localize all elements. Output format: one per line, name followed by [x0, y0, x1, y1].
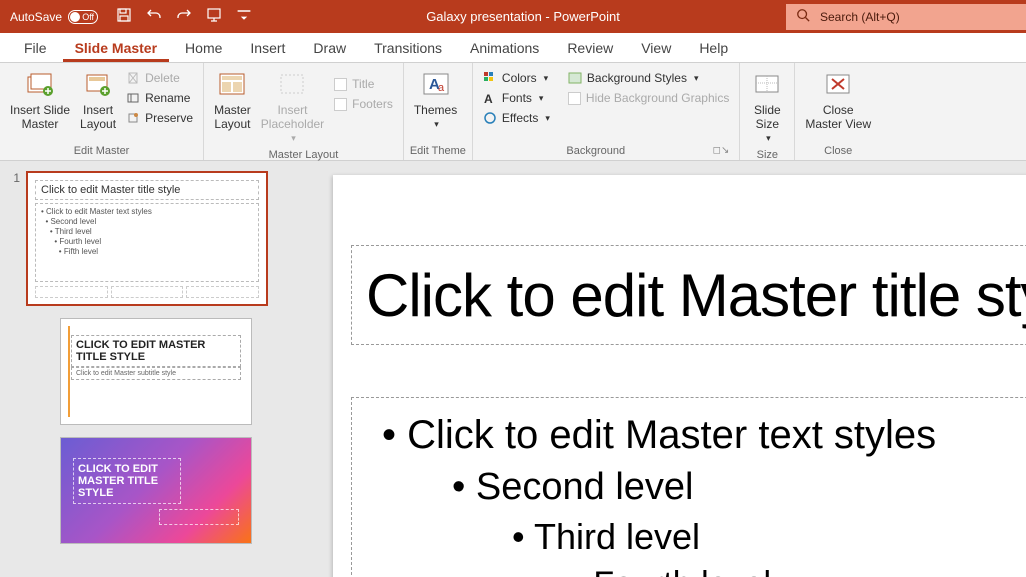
title-checkbox[interactable]: Title: [330, 75, 397, 93]
tab-view[interactable]: View: [629, 34, 683, 62]
search-placeholder: Search (Alt+Q): [820, 10, 900, 24]
save-icon[interactable]: [116, 7, 132, 26]
tab-draw[interactable]: Draw: [301, 34, 358, 62]
tab-help[interactable]: Help: [687, 34, 740, 62]
background-styles-button[interactable]: Background Styles▾: [564, 69, 733, 87]
layout-thumbnail[interactable]: CLICK TO EDIT MASTER TITLE STYLE: [60, 437, 252, 544]
group-edit-master: Insert Slide Master Insert Layout Delete…: [0, 63, 204, 160]
workspace: 1 Click to edit Master title style • Cli…: [0, 161, 1026, 577]
group-label: Edit Theme: [410, 143, 466, 159]
tab-insert[interactable]: Insert: [238, 34, 297, 62]
group-label: Edit Master: [6, 143, 197, 159]
group-edit-theme: Aa Themes▾ Edit Theme: [404, 63, 473, 160]
preserve-button[interactable]: Preserve: [122, 109, 197, 127]
group-label: Background: [479, 143, 713, 159]
tab-file[interactable]: File: [12, 34, 59, 62]
tab-animations[interactable]: Animations: [458, 34, 551, 62]
insert-layout-button[interactable]: Insert Layout: [76, 67, 120, 133]
svg-text:A: A: [484, 92, 493, 105]
group-background: Colors▾ AFonts▾ Effects▾ Background Styl…: [473, 63, 740, 160]
ribbon-tabs: File Slide Master Home Insert Draw Trans…: [0, 33, 1026, 63]
fonts-button[interactable]: AFonts▾: [479, 89, 554, 107]
slide-canvas[interactable]: Click to edit Master title style Click t…: [333, 175, 1026, 577]
tab-home[interactable]: Home: [173, 34, 234, 62]
insert-slide-master-button[interactable]: Insert Slide Master: [6, 67, 74, 133]
autosave-toggle[interactable]: AutoSave Off: [0, 10, 108, 24]
group-label: Close: [801, 143, 875, 159]
group-size: Slide Size▾ Size: [740, 63, 795, 160]
undo-icon[interactable]: [146, 7, 162, 26]
slideshow-icon[interactable]: [206, 7, 222, 26]
thumb-number: 1: [10, 171, 20, 185]
dialog-launcher-icon[interactable]: ◻↘: [713, 143, 734, 159]
master-layout-button[interactable]: Master Layout: [210, 67, 255, 133]
title-placeholder[interactable]: Click to edit Master title style: [351, 245, 1026, 345]
tab-slide-master[interactable]: Slide Master: [63, 34, 169, 62]
qat-more-icon[interactable]: [236, 7, 252, 26]
master-thumbnail[interactable]: Click to edit Master title style • Click…: [26, 171, 268, 306]
tab-transitions[interactable]: Transitions: [362, 34, 454, 62]
content-placeholder[interactable]: Click to edit Master text styles Second …: [351, 397, 1026, 577]
thumbnail-panel[interactable]: 1 Click to edit Master title style • Cli…: [0, 161, 313, 577]
rename-button[interactable]: Rename: [122, 89, 197, 107]
insert-placeholder-button[interactable]: Insert Placeholder▾: [257, 67, 328, 147]
effects-button[interactable]: Effects▾: [479, 109, 554, 127]
slide-size-button[interactable]: Slide Size▾: [746, 67, 788, 147]
document-title: Galaxy presentation - PowerPoint: [260, 9, 786, 24]
slide-editor[interactable]: Click to edit Master title style Click t…: [313, 161, 1026, 577]
hide-background-checkbox[interactable]: Hide Background Graphics: [564, 89, 733, 107]
svg-text:a: a: [438, 82, 445, 94]
search-box[interactable]: Search (Alt+Q): [786, 4, 1026, 30]
ribbon: Insert Slide Master Insert Layout Delete…: [0, 63, 1026, 161]
close-master-view-button[interactable]: Close Master View: [801, 67, 875, 133]
group-master-layout: Master Layout Insert Placeholder▾ Title …: [204, 63, 404, 160]
search-icon: [796, 8, 810, 25]
autosave-switch[interactable]: Off: [68, 10, 98, 24]
footers-checkbox[interactable]: Footers: [330, 95, 397, 113]
quick-access-toolbar: [108, 7, 260, 26]
autosave-label: AutoSave: [10, 10, 62, 24]
colors-button[interactable]: Colors▾: [479, 69, 554, 87]
redo-icon[interactable]: [176, 7, 192, 26]
delete-button[interactable]: Delete: [122, 69, 197, 87]
title-bar: AutoSave Off Galaxy presentation - Power…: [0, 0, 1026, 33]
themes-button[interactable]: Aa Themes▾: [410, 67, 461, 133]
layout-thumbnail[interactable]: CLICK TO EDIT MASTER TITLE STYLE Click t…: [60, 318, 252, 425]
tab-review[interactable]: Review: [555, 34, 625, 62]
group-close: Close Master View Close: [795, 63, 881, 160]
